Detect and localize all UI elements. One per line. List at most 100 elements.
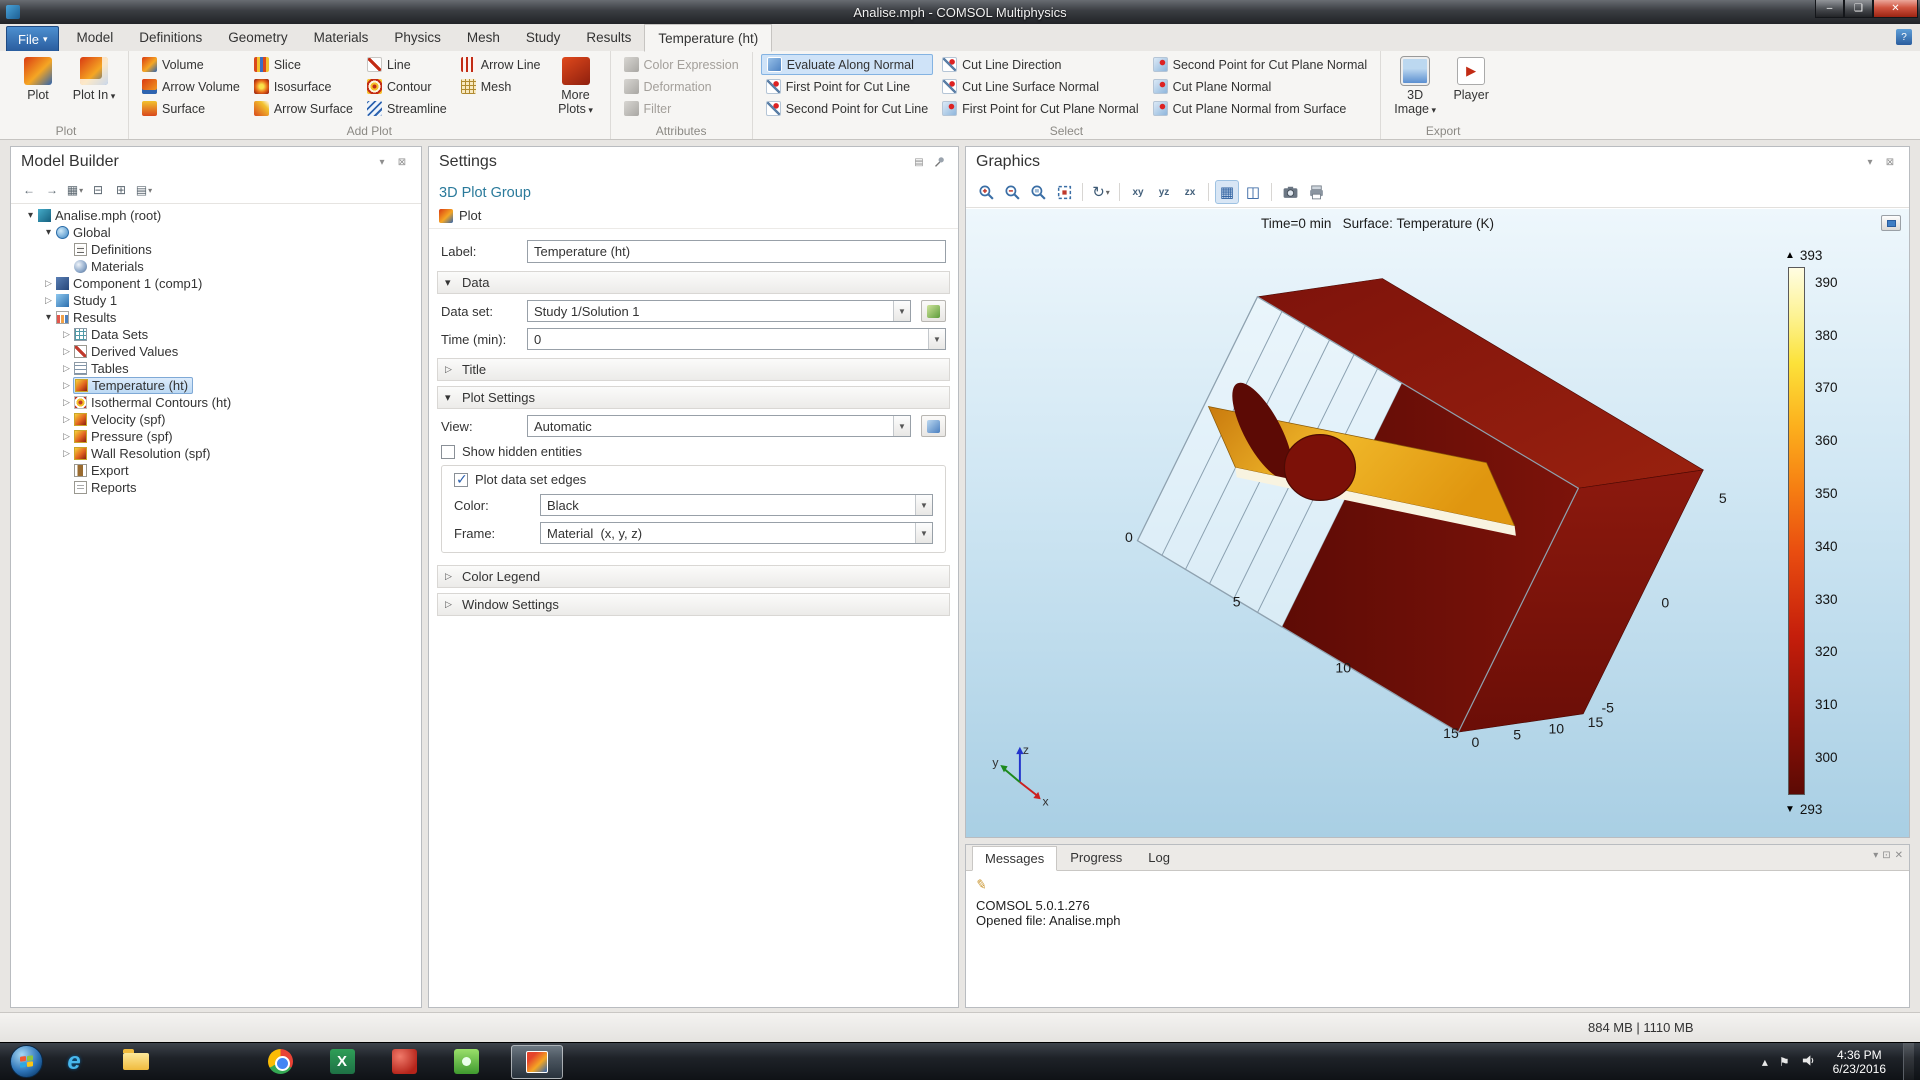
time-combo[interactable]: 0 — [527, 328, 946, 350]
dropdown-arrow-icon[interactable] — [893, 301, 910, 321]
zoom-in-icon[interactable] — [974, 180, 998, 204]
collapse-all-icon[interactable] — [88, 180, 108, 200]
dataset-extra-button[interactable] — [921, 300, 946, 322]
help-icon[interactable]: ? — [1896, 29, 1912, 45]
taskbar-explorer-icon[interactable] — [119, 1046, 153, 1078]
zoom-out-icon[interactable] — [1000, 180, 1024, 204]
section-data[interactable]: Data — [437, 271, 950, 294]
expand-arrow-icon[interactable] — [24, 210, 37, 221]
tree-item-data-sets[interactable]: Data Sets — [11, 326, 421, 343]
cut-plane-normal-from-surface-button[interactable]: Cut Plane Normal from Surface — [1148, 98, 1373, 119]
second-point-cut-line-button[interactable]: Second Point for Cut Line — [761, 98, 933, 119]
arrow-line-button[interactable]: Arrow Line — [456, 54, 546, 75]
taskbar-media-icon[interactable] — [387, 1046, 421, 1078]
messages-close-icon[interactable] — [1895, 850, 1903, 861]
tab-definitions[interactable]: Definitions — [126, 24, 215, 51]
dataset-combo[interactable]: Study 1/Solution 1 — [527, 300, 911, 322]
arrow-volume-button[interactable]: Arrow Volume — [137, 76, 245, 97]
player-button[interactable]: Player — [1445, 54, 1497, 105]
dropdown-arrow-icon[interactable] — [915, 495, 932, 515]
tab-results[interactable]: Results — [573, 24, 644, 51]
cut-plane-normal-button[interactable]: Cut Plane Normal — [1148, 76, 1373, 97]
expand-arrow-icon[interactable] — [60, 397, 73, 408]
expand-arrow-icon[interactable] — [60, 431, 73, 442]
line-button[interactable]: Line — [362, 54, 452, 75]
more-plots-button[interactable]: More Plots — [550, 54, 602, 120]
tab-geometry[interactable]: Geometry — [215, 24, 300, 51]
tree-item-root[interactable]: Analise.mph (root) — [11, 207, 421, 224]
3d-image-button[interactable]: 3D Image — [1389, 54, 1441, 120]
streamline-button[interactable]: Streamline — [362, 98, 452, 119]
mesh-button[interactable]: Mesh — [456, 76, 546, 97]
taskbar-comsol-active-icon[interactable] — [511, 1045, 563, 1079]
tab-log[interactable]: Log — [1135, 845, 1183, 870]
tab-mesh[interactable]: Mesh — [454, 24, 513, 51]
expand-arrow-icon[interactable] — [60, 380, 73, 391]
messages-float-icon[interactable] — [1882, 850, 1890, 861]
model-tree-more-icon[interactable]: ▾ — [134, 180, 154, 200]
tree-item-velocity[interactable]: Velocity (spf) — [11, 411, 421, 428]
expand-arrow-icon[interactable] — [42, 295, 55, 306]
dropdown-arrow-icon[interactable] — [928, 329, 945, 349]
taskbar-excel-icon[interactable] — [325, 1046, 359, 1078]
tab-materials[interactable]: Materials — [301, 24, 382, 51]
show-hidden-entities-row[interactable]: Show hidden entities — [429, 440, 958, 463]
tab-temperature-ht[interactable]: Temperature (ht) — [644, 24, 772, 52]
tab-messages[interactable]: Messages — [972, 846, 1057, 871]
toggle-transparency-icon[interactable]: ◫ — [1241, 180, 1265, 204]
taskbar-green-app-icon[interactable] — [449, 1046, 483, 1078]
file-menu-button[interactable]: File — [6, 26, 59, 51]
view-xy-icon[interactable]: xy — [1126, 180, 1150, 204]
plot-button[interactable]: Plot — [12, 54, 64, 105]
3d-plot-scene[interactable]: 0 5 10 15 0 5 10 15 -5 0 5 z — [966, 209, 1909, 837]
tree-item-definitions[interactable]: Definitions — [11, 241, 421, 258]
tree-item-materials[interactable]: Materials — [11, 258, 421, 275]
contour-button[interactable]: Contour — [362, 76, 452, 97]
tree-item-study1[interactable]: Study 1 — [11, 292, 421, 309]
tree-item-results[interactable]: Results — [11, 309, 421, 326]
expand-arrow-icon[interactable] — [60, 329, 73, 340]
messages-menu-icon[interactable] — [1873, 850, 1878, 861]
frame-combo[interactable]: Material (x, y, z) — [540, 522, 933, 544]
first-point-cut-plane-normal-button[interactable]: First Point for Cut Plane Normal — [937, 98, 1143, 119]
expand-arrow-icon[interactable] — [60, 346, 73, 357]
volume-button[interactable]: Volume — [137, 54, 245, 75]
plot-data-set-edges-row[interactable]: Plot data set edges — [442, 468, 945, 491]
show-options-icon[interactable]: ▾ — [65, 180, 85, 200]
start-button[interactable] — [10, 1045, 43, 1078]
tree-item-export[interactable]: Export — [11, 462, 421, 479]
tree-item-tables[interactable]: Tables — [11, 360, 421, 377]
print-icon[interactable] — [1304, 180, 1328, 204]
section-plot-settings[interactable]: Plot Settings — [437, 386, 950, 409]
tray-action-center-icon[interactable]: ⚑ — [1779, 1055, 1790, 1069]
section-title[interactable]: Title — [437, 358, 950, 381]
close-button[interactable] — [1873, 0, 1918, 18]
expand-all-icon[interactable] — [111, 180, 131, 200]
pin-icon[interactable] — [930, 154, 948, 170]
first-point-cut-line-button[interactable]: First Point for Cut Line — [761, 76, 933, 97]
expand-arrow-icon[interactable] — [60, 414, 73, 425]
tree-item-component1[interactable]: Component 1 (comp1) — [11, 275, 421, 292]
taskbar-chrome-icon[interactable] — [263, 1046, 297, 1078]
snapshot-camera-icon[interactable] — [1278, 180, 1302, 204]
tray-volume-icon[interactable] — [1801, 1053, 1816, 1071]
view-yz-icon[interactable]: yz — [1152, 180, 1176, 204]
plot-window-icon[interactable] — [1881, 215, 1901, 231]
graphics-float-icon[interactable] — [1881, 154, 1899, 170]
model-builder-menu-icon[interactable] — [373, 154, 391, 170]
cut-line-surface-normal-button[interactable]: Cut Line Surface Normal — [937, 76, 1143, 97]
color-combo[interactable]: Black — [540, 494, 933, 516]
tab-progress[interactable]: Progress — [1057, 845, 1135, 870]
tray-show-hidden-icon[interactable]: ▴ — [1762, 1055, 1768, 1069]
plot-in-button[interactable]: Plot In — [68, 54, 120, 106]
expand-arrow-icon[interactable] — [42, 312, 55, 323]
show-desktop-button[interactable] — [1903, 1043, 1914, 1080]
tab-physics[interactable]: Physics — [381, 24, 454, 51]
rotate-view-icon[interactable]: ↻▾ — [1089, 180, 1113, 204]
taskbar-clock[interactable]: 4:36 PM 6/23/2016 — [1827, 1048, 1892, 1076]
settings-menu-icon[interactable] — [910, 154, 928, 170]
minimize-button[interactable] — [1815, 0, 1844, 18]
isosurface-button[interactable]: Isosurface — [249, 76, 358, 97]
dropdown-arrow-icon[interactable] — [893, 416, 910, 436]
tab-model[interactable]: Model — [63, 24, 126, 51]
